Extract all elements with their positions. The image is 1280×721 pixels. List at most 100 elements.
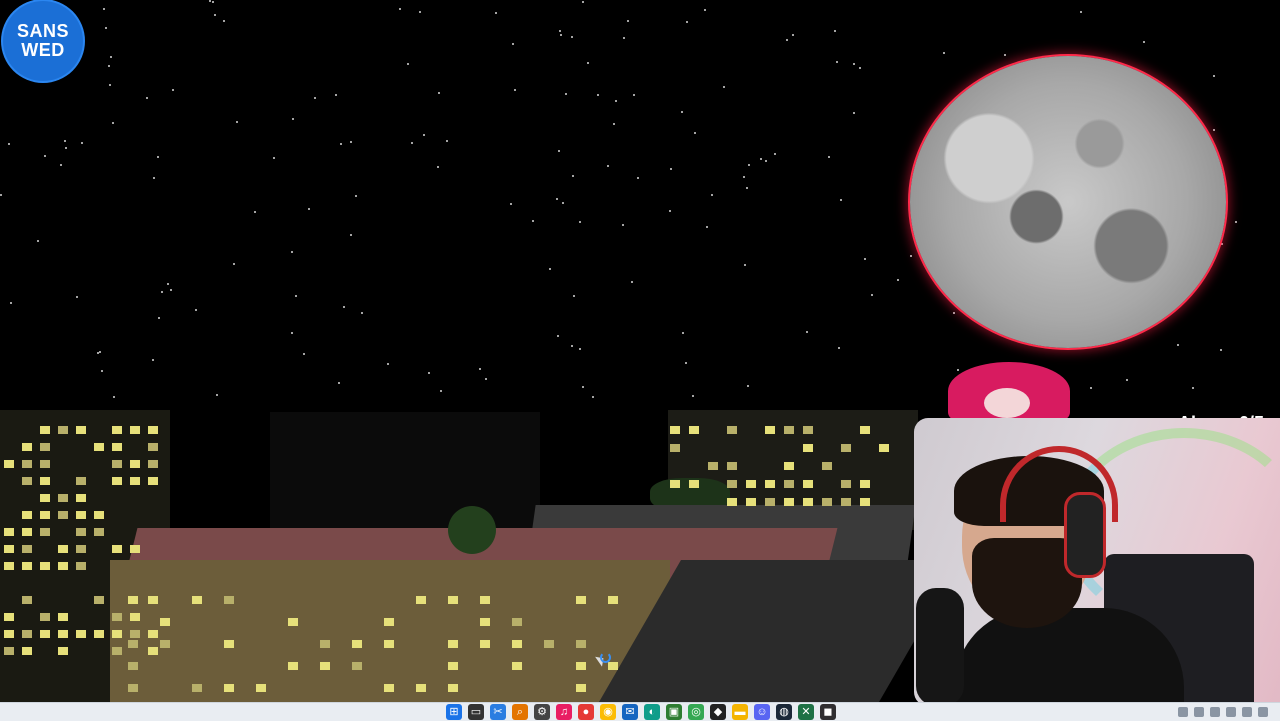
mail-icon[interactable]: ✉ bbox=[622, 704, 638, 720]
star bbox=[1080, 11, 1082, 13]
settings-icon[interactable]: ⚙ bbox=[534, 704, 550, 720]
star bbox=[669, 210, 671, 212]
window-light bbox=[112, 545, 122, 553]
window-light bbox=[22, 443, 32, 451]
star bbox=[1004, 54, 1006, 56]
window-light bbox=[192, 684, 202, 692]
window-light bbox=[256, 684, 266, 692]
window-light bbox=[148, 460, 158, 468]
star bbox=[579, 221, 581, 223]
star bbox=[291, 251, 293, 253]
star bbox=[214, 14, 216, 16]
window-light bbox=[841, 480, 851, 488]
window-light bbox=[76, 562, 86, 570]
chrome-icon-2[interactable]: ◎ bbox=[688, 704, 704, 720]
window-light bbox=[58, 426, 68, 434]
avatar-face bbox=[984, 388, 1030, 418]
record-icon[interactable]: ● bbox=[578, 704, 594, 720]
star bbox=[681, 111, 683, 113]
notification-icon[interactable] bbox=[1178, 707, 1188, 717]
star bbox=[37, 240, 39, 242]
star bbox=[637, 177, 639, 179]
star bbox=[437, 166, 439, 168]
star bbox=[957, 369, 959, 371]
star bbox=[510, 203, 512, 205]
star bbox=[1090, 387, 1092, 389]
window-light bbox=[512, 662, 522, 670]
snipping-tool-icon[interactable]: ✂ bbox=[490, 704, 506, 720]
system-tray bbox=[1178, 703, 1274, 721]
window-light bbox=[40, 460, 50, 468]
music-app-icon[interactable]: ♫ bbox=[556, 704, 572, 720]
steam-icon[interactable]: ◍ bbox=[776, 704, 792, 720]
star bbox=[428, 372, 430, 374]
star bbox=[153, 177, 155, 179]
window-light bbox=[22, 460, 32, 468]
window-light bbox=[4, 562, 14, 570]
window-light bbox=[22, 596, 32, 604]
chrome-icon[interactable]: ◉ bbox=[600, 704, 616, 720]
window-light bbox=[608, 596, 618, 604]
search-icon[interactable]: ⌕ bbox=[512, 704, 528, 720]
star bbox=[64, 140, 66, 142]
star bbox=[314, 97, 316, 99]
window-light bbox=[94, 528, 104, 536]
star bbox=[157, 156, 159, 158]
discord-icon[interactable]: ☺ bbox=[754, 704, 770, 720]
star bbox=[623, 37, 625, 39]
star bbox=[338, 382, 340, 384]
app-icon[interactable]: ▣ bbox=[666, 704, 682, 720]
star bbox=[65, 147, 67, 149]
window-light bbox=[4, 460, 14, 468]
folder-icon[interactable]: ▬ bbox=[732, 704, 748, 720]
star bbox=[273, 157, 275, 159]
star bbox=[254, 211, 256, 213]
star bbox=[560, 34, 562, 36]
window-light bbox=[40, 528, 50, 536]
window-light bbox=[841, 498, 851, 506]
star bbox=[582, 1, 584, 3]
star bbox=[99, 351, 101, 353]
excel-icon[interactable]: ✕ bbox=[798, 704, 814, 720]
star bbox=[440, 390, 442, 392]
window-light bbox=[576, 640, 586, 648]
window-light bbox=[765, 498, 775, 506]
window-light bbox=[130, 460, 140, 468]
window-light bbox=[58, 562, 68, 570]
window-light bbox=[608, 662, 618, 670]
battery-icon[interactable] bbox=[1210, 707, 1220, 717]
window-light bbox=[22, 528, 32, 536]
star bbox=[910, 255, 912, 257]
star bbox=[81, 142, 83, 144]
window-light bbox=[112, 443, 122, 451]
window-light bbox=[784, 426, 794, 434]
file-explorer-icon[interactable]: ▭ bbox=[468, 704, 484, 720]
window-light bbox=[128, 662, 138, 670]
window-light bbox=[320, 640, 330, 648]
tree bbox=[448, 506, 496, 554]
star bbox=[692, 395, 694, 397]
language-icon[interactable] bbox=[1194, 707, 1204, 717]
network-icon[interactable] bbox=[1242, 707, 1252, 717]
game-icon[interactable]: ◆ bbox=[710, 704, 726, 720]
window-light bbox=[40, 494, 50, 502]
star bbox=[108, 65, 110, 67]
start-icon[interactable]: ⊞ bbox=[446, 704, 462, 720]
star bbox=[670, 168, 672, 170]
star bbox=[706, 226, 708, 228]
star bbox=[1221, 243, 1223, 245]
window-light bbox=[76, 630, 86, 638]
star bbox=[103, 8, 105, 10]
window-light bbox=[58, 630, 68, 638]
volume-icon[interactable] bbox=[1226, 707, 1236, 717]
chevron-up-icon[interactable] bbox=[1258, 707, 1268, 717]
obs-icon[interactable]: ◼ bbox=[820, 704, 836, 720]
star bbox=[60, 164, 62, 166]
edge-icon[interactable]: ◐ bbox=[644, 704, 660, 720]
star bbox=[514, 89, 516, 91]
window-light bbox=[288, 662, 298, 670]
star bbox=[161, 291, 163, 293]
star bbox=[572, 175, 574, 177]
star bbox=[613, 123, 615, 125]
star bbox=[195, 309, 197, 311]
